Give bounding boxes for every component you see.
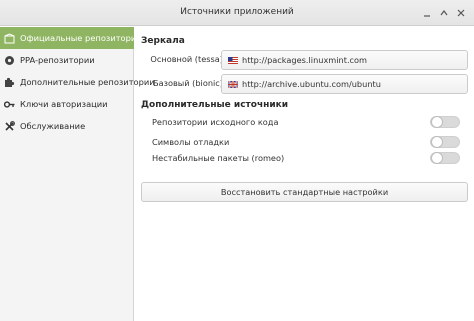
main-mirror-url: http://packages.linuxmint.com	[242, 55, 368, 65]
debug-symbols-label: Символы отладки	[152, 137, 230, 147]
unstable-packages-label: Нестабильные пакеты (romeo)	[152, 153, 285, 163]
sidebar-item-official-repos[interactable]: Официальные репозитории	[0, 27, 142, 49]
toggle-knob	[431, 152, 443, 164]
main-panel: Зеркала Основной (tessa) http://packages…	[135, 27, 474, 321]
unstable-packages-toggle[interactable]	[430, 152, 460, 164]
debug-symbols-toggle[interactable]	[430, 136, 460, 148]
sidebar-item-auth-keys[interactable]: Ключи авторизации	[0, 93, 134, 115]
uk-flag-icon	[228, 80, 238, 88]
source-code-label: Репозитории исходного кода	[152, 117, 279, 127]
sidebar-item-maintenance[interactable]: Обслуживание	[0, 115, 134, 137]
base-mirror-label: Базовый (bionic)	[152, 78, 223, 88]
toggle-knob	[431, 116, 443, 128]
extra-sources-section-title: Дополнительные источники	[141, 100, 289, 110]
tools-icon	[4, 120, 15, 132]
title-bar[interactable]: Источники приложений	[0, 0, 474, 26]
sidebar-item-label: Ключи авторизации	[20, 99, 108, 109]
close-icon[interactable]	[456, 8, 466, 18]
sidebar-item-label: Обслуживание	[20, 121, 86, 131]
maximize-icon[interactable]	[439, 8, 449, 18]
sidebar-item-label: Официальные репозитории	[20, 33, 142, 43]
key-icon	[3, 99, 15, 110]
restore-defaults-button[interactable]: Восстановить стандартные настройки	[141, 182, 468, 202]
sidebar-item-additional-repos[interactable]: Дополнительные репозитории	[0, 71, 155, 93]
ppa-icon	[4, 55, 15, 66]
source-code-toggle[interactable]	[430, 116, 460, 128]
sidebar-item-label: PPA-репозитории	[20, 55, 95, 65]
main-mirror-button[interactable]: http://packages.linuxmint.com	[221, 50, 468, 70]
main-mirror-label: Основной (tessa)	[150, 54, 223, 64]
sidebar: Официальные репозитории PPA-репозитории …	[0, 27, 155, 321]
minimize-icon[interactable]	[422, 8, 432, 18]
software-sources-window: Источники приложений Официальные репозит…	[0, 0, 474, 321]
base-mirror-button[interactable]: http://archive.ubuntu.com/ubuntu	[221, 74, 468, 94]
base-mirror-url: http://archive.ubuntu.com/ubuntu	[242, 79, 381, 89]
puzzle-icon	[4, 77, 15, 88]
us-flag-icon	[228, 56, 238, 64]
mirrors-section-title: Зеркала	[141, 36, 185, 46]
sidebar-item-ppa[interactable]: PPA-репозитории	[0, 49, 134, 71]
box-icon	[4, 32, 15, 44]
toggle-knob	[431, 136, 443, 148]
window-title: Источники приложений	[180, 7, 294, 17]
